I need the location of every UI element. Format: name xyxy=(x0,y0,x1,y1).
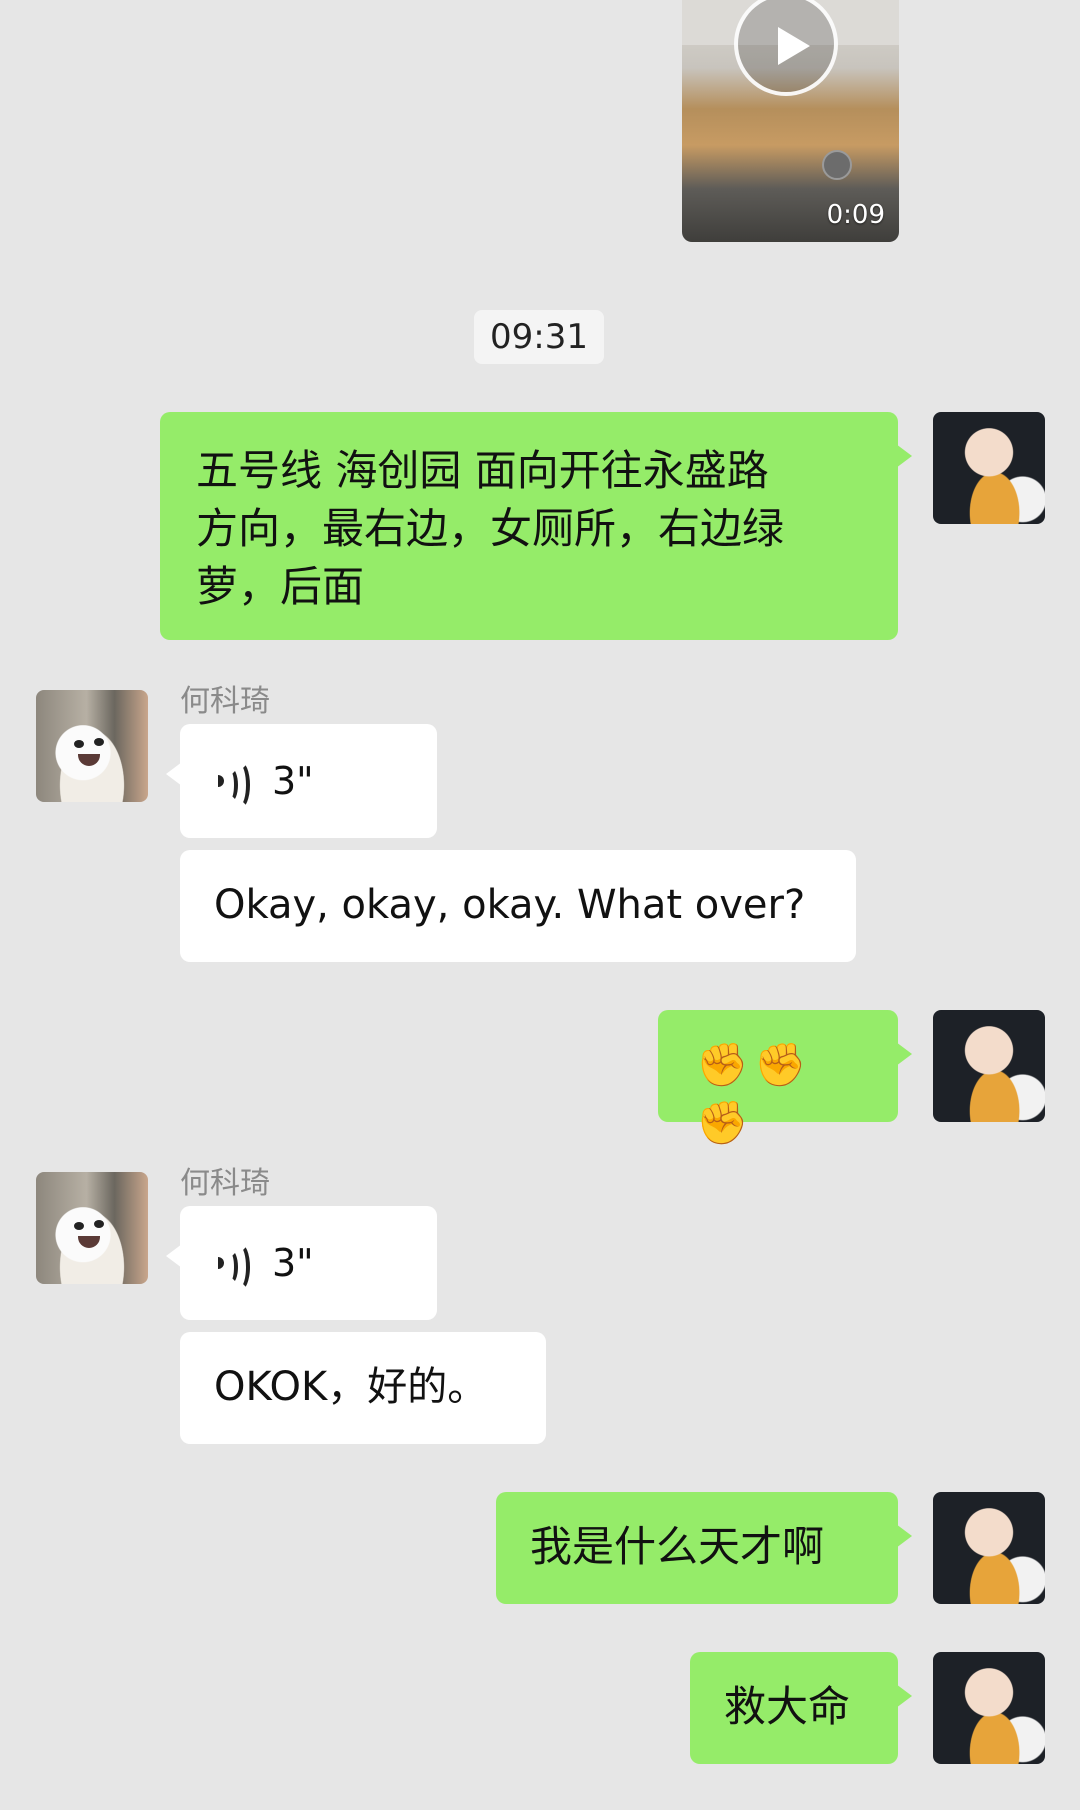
sender-name: 何科琦 xyxy=(180,1166,270,1201)
avatar-me[interactable] xyxy=(933,412,1045,524)
sender-name: 何科琦 xyxy=(180,684,270,719)
message-bubble-outgoing[interactable]: 我是什么天才啊 xyxy=(496,1492,912,1604)
voice-wave-icon xyxy=(216,761,252,809)
voice-message[interactable]: 3" xyxy=(166,724,437,838)
voice-wave-icon xyxy=(216,1243,252,1291)
message-text: 救大命 xyxy=(724,1682,851,1731)
voice-transcript[interactable]: Okay, okay, okay. What over? xyxy=(180,850,856,962)
message-bubble-outgoing[interactable]: 救大命 xyxy=(690,1652,912,1764)
message-text: ✊✊✊ xyxy=(696,1040,813,1147)
transcript-text: OKOK，好的。 xyxy=(214,1364,488,1410)
transcript-text: Okay, okay, okay. What over? xyxy=(214,882,806,928)
message-line: 五号线 海创园 面向开往永盛路 xyxy=(196,446,769,495)
play-icon[interactable] xyxy=(734,0,838,96)
chat-timestamp: 09:31 xyxy=(474,310,604,364)
message-bubble-outgoing[interactable]: ✊✊✊ xyxy=(658,1010,912,1147)
voice-duration: 3" xyxy=(272,1241,314,1285)
voice-message[interactable]: 3" xyxy=(166,1206,437,1320)
video-thumbnail-drain xyxy=(822,150,852,180)
message-line: 萝，后面 xyxy=(196,562,365,611)
video-message[interactable]: 0:09 xyxy=(682,0,899,242)
video-duration: 0:09 xyxy=(826,200,885,230)
message-bubble-outgoing[interactable]: 五号线 海创园 面向开往永盛路 方向，最右边，女厕所，右边绿 萝，后面 xyxy=(160,412,912,640)
message-line: 方向，最右边，女厕所，右边绿 xyxy=(196,504,785,553)
avatar-contact[interactable] xyxy=(36,1172,148,1284)
avatar-me[interactable] xyxy=(933,1652,1045,1764)
voice-transcript[interactable]: OKOK，好的。 xyxy=(180,1332,546,1444)
avatar-contact[interactable] xyxy=(36,690,148,802)
avatar-me[interactable] xyxy=(933,1492,1045,1604)
voice-duration: 3" xyxy=(272,759,314,803)
message-text: 我是什么天才啊 xyxy=(530,1522,825,1571)
avatar-me[interactable] xyxy=(933,1010,1045,1122)
